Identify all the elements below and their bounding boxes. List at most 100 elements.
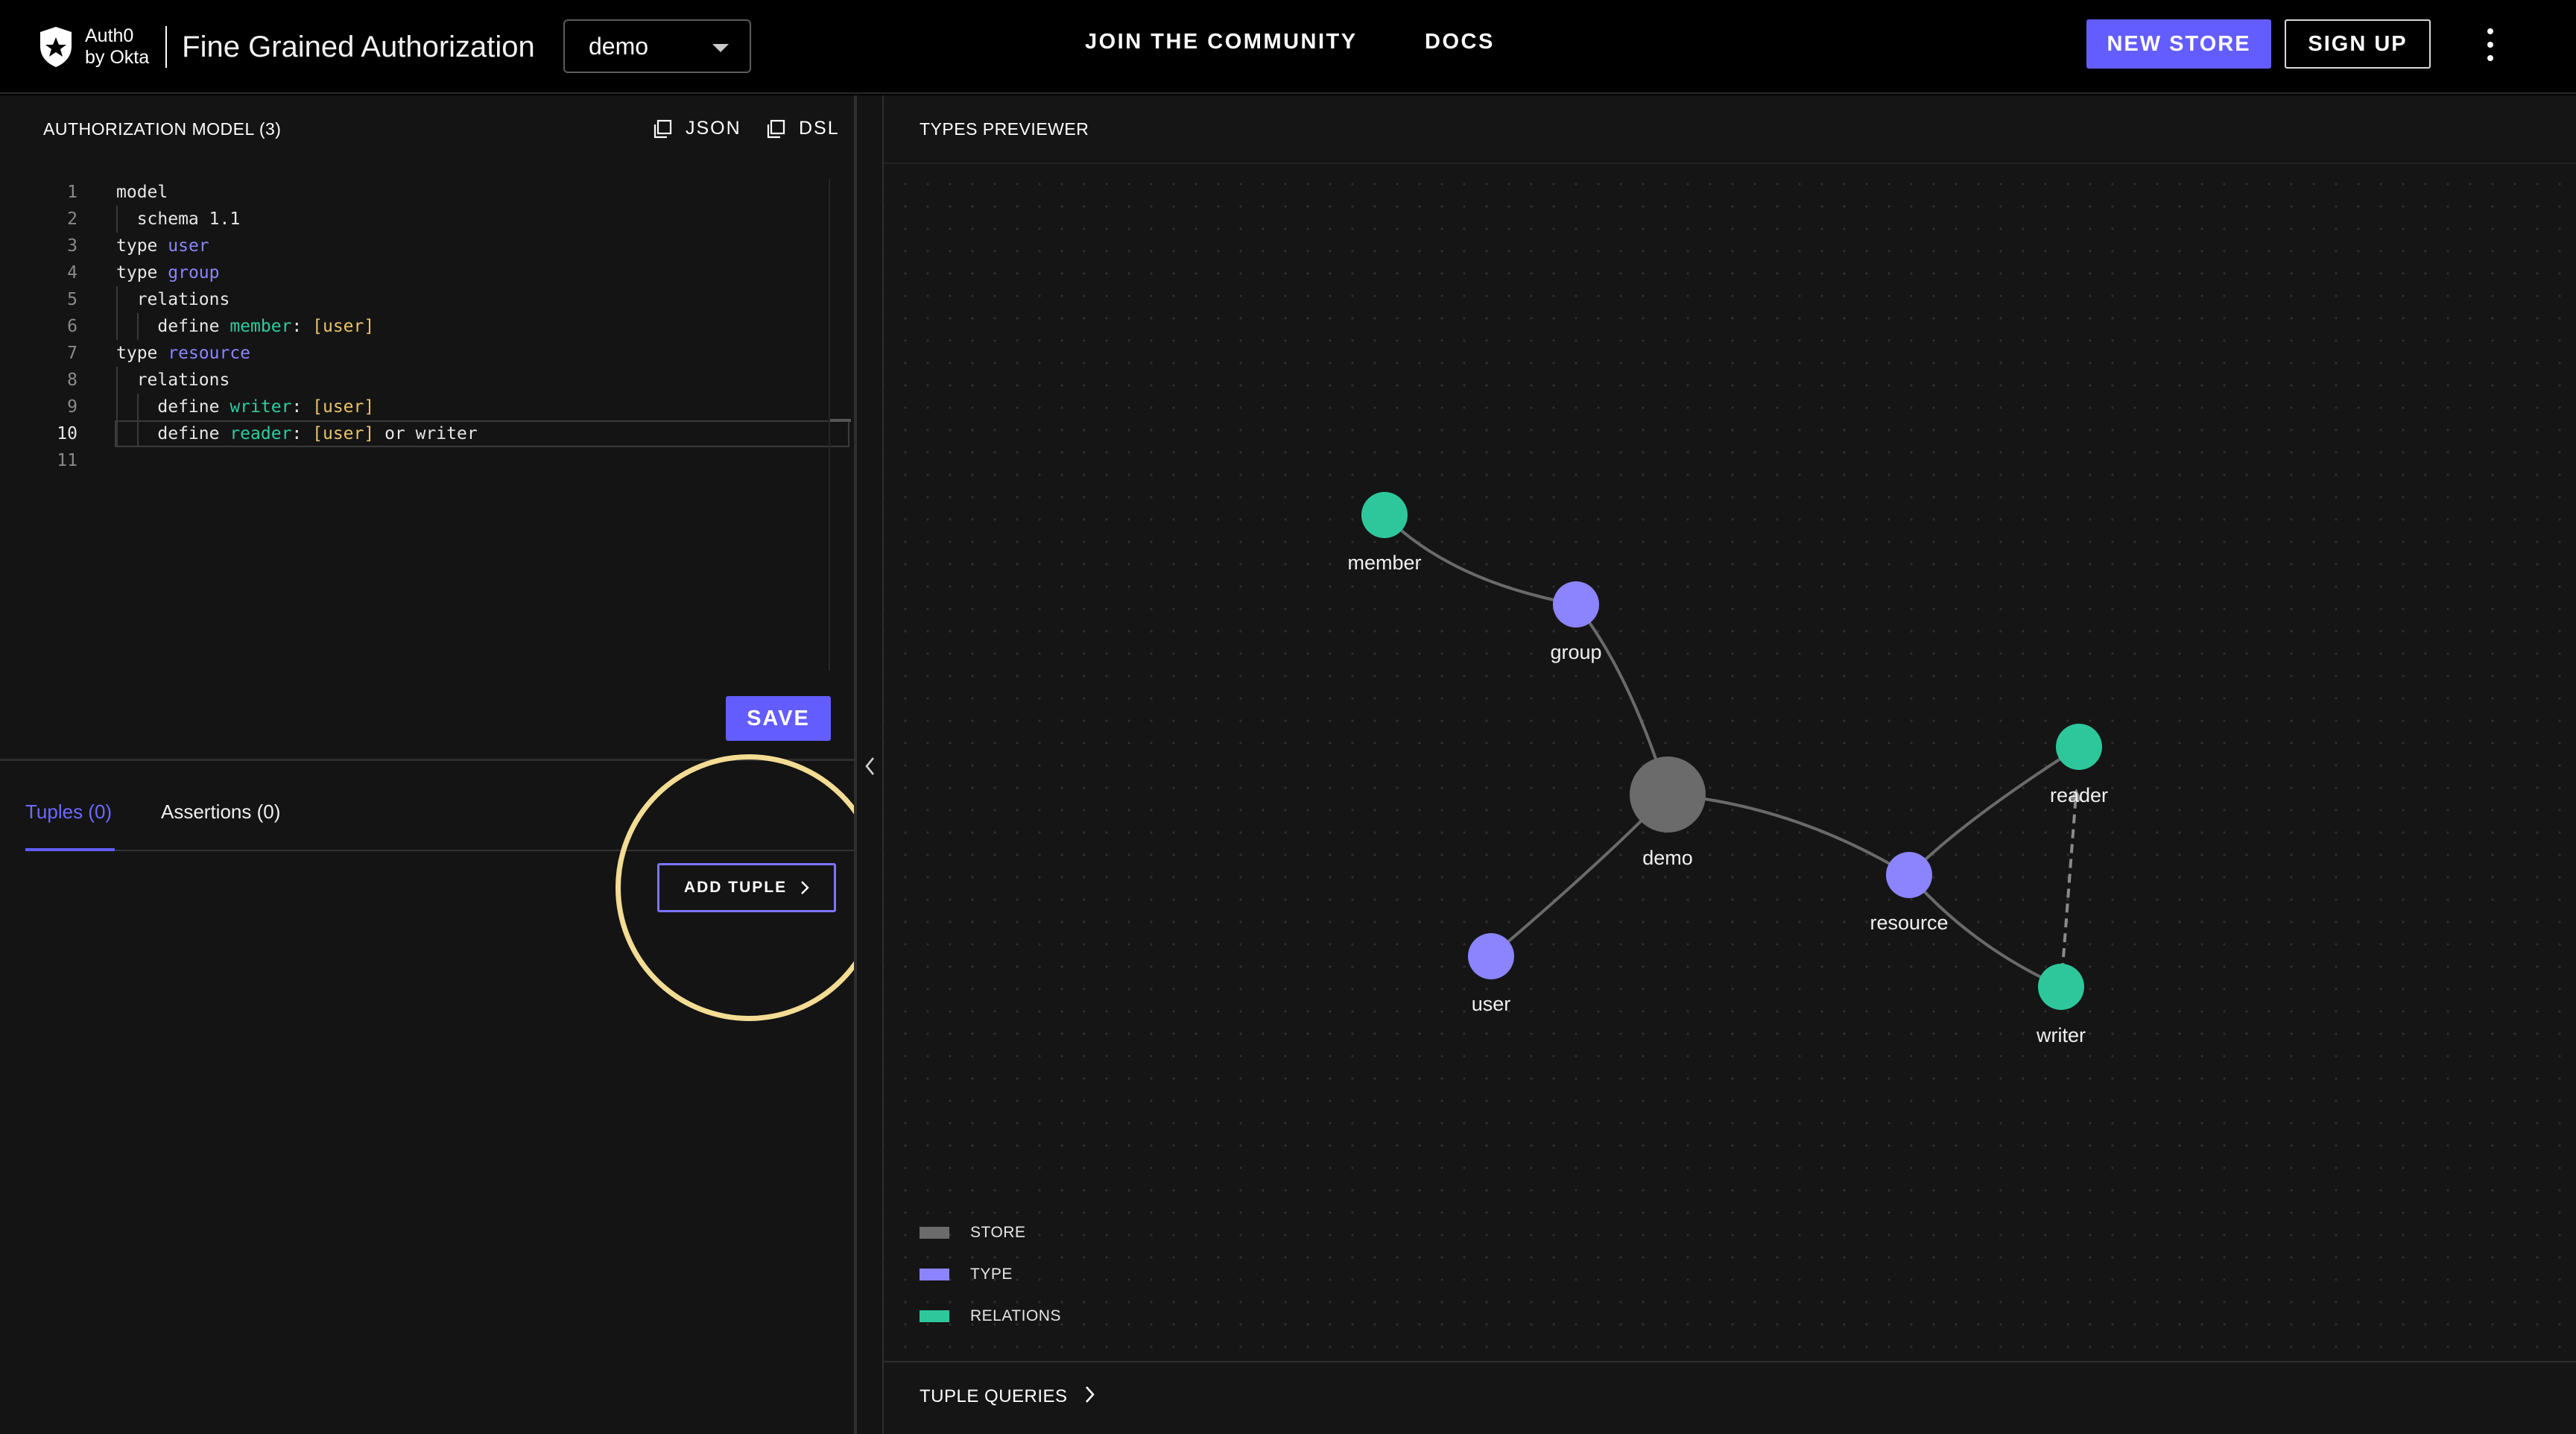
line-number: 11 <box>57 451 77 470</box>
node-label-reader: reader <box>2050 784 2108 806</box>
line-number: 10 <box>57 424 77 443</box>
node-writer[interactable] <box>2038 964 2084 1010</box>
caret-down-icon <box>712 44 729 52</box>
edge-writer-reader <box>2060 789 2082 988</box>
code-line[interactable]: 7 type resource <box>0 340 835 367</box>
code-token: type <box>116 344 168 363</box>
code-line[interactable]: 2 schema 1.1 <box>0 206 835 233</box>
tab-assertions[interactable]: Assertions (0) <box>161 800 280 824</box>
code-text: define reader: [user] or writer <box>116 420 478 447</box>
brand-name: Auth0 by Okta <box>85 25 150 68</box>
code-line[interactable]: 9 define writer: [user] <box>0 394 835 420</box>
line-number: 1 <box>67 183 77 202</box>
code-line[interactable]: 1 model <box>0 179 835 206</box>
auth0-logo[interactable]: Auth0 by Okta Fine Grained Authorization <box>37 22 535 72</box>
store-select[interactable]: demo <box>563 19 751 73</box>
tab-tuples[interactable]: Tuples (0) <box>25 800 112 824</box>
chevron-left-icon[interactable] <box>862 755 879 777</box>
code-token: type <box>116 236 168 256</box>
code-text: define member: [user] <box>116 313 374 340</box>
code-text: type resource <box>116 340 250 367</box>
legend-store: STORE <box>920 1224 1025 1242</box>
previewer-header <box>884 95 2576 164</box>
logo-divider <box>165 26 168 68</box>
code-text: schema 1.1 <box>116 206 240 233</box>
code-editor[interactable]: 1 model 2 schema 1.1 3 type user 4 type group 5… <box>0 179 849 474</box>
add-tuple-button[interactable]: ADD TUPLE <box>657 863 836 912</box>
code-token: [user] <box>312 397 375 417</box>
add-tuple-label: ADD TUPLE <box>683 879 788 896</box>
line-number: 8 <box>67 370 77 390</box>
editor-scrollbar[interactable] <box>829 179 830 671</box>
legend-swatch-store <box>920 1227 949 1239</box>
code-text: model <box>116 179 168 206</box>
node-label-writer: writer <box>2036 1024 2086 1046</box>
nav-join-community[interactable]: JOIN THE COMMUNITY <box>1085 30 1358 54</box>
code-token: user <box>168 236 209 256</box>
tuple-queries-bar[interactable] <box>884 1361 2576 1434</box>
code-token: define <box>116 424 230 443</box>
code-line[interactable]: 11 <box>0 447 835 474</box>
node-demo[interactable] <box>1630 757 1706 833</box>
code-line[interactable]: 8 relations <box>0 367 835 394</box>
code-token: : <box>291 317 313 336</box>
node-label-demo: demo <box>1642 847 1693 869</box>
code-line[interactable]: 5 relations <box>0 286 835 313</box>
copy-json-button[interactable]: JSON <box>653 118 741 139</box>
line-number: 7 <box>67 344 77 363</box>
node-reader[interactable] <box>2056 724 2102 770</box>
edge-resource-reader <box>1908 745 2080 876</box>
copy-json-label: JSON <box>686 118 741 139</box>
types-graph[interactable]: member group demo user resource reader w… <box>884 164 2576 1356</box>
copy-dsl-label: DSL <box>799 118 840 139</box>
copy-icon <box>767 119 785 138</box>
code-token: resource <box>168 344 251 363</box>
legend-label-relations: RELATIONS <box>970 1307 1061 1324</box>
line-number: 5 <box>67 290 77 309</box>
code-token: define <box>116 317 230 336</box>
line-number: 2 <box>67 209 77 229</box>
node-group[interactable] <box>1553 581 1599 628</box>
tuple-queries-label[interactable]: TUPLE QUERIES <box>920 1386 1068 1407</box>
kebab-menu-icon[interactable] <box>2481 28 2499 61</box>
code-token: member <box>230 317 292 336</box>
chevron-right-icon[interactable] <box>1085 1385 1095 1404</box>
legend-swatch-type <box>920 1269 949 1280</box>
code-token: relations <box>116 370 230 390</box>
active-tab-indicator <box>25 848 115 851</box>
save-button[interactable]: SAVE <box>726 696 831 741</box>
node-resource[interactable] <box>1886 852 1932 898</box>
line-number: 4 <box>67 263 77 282</box>
code-token: define <box>116 397 230 417</box>
code-text: type user <box>116 233 209 259</box>
code-token: writer <box>230 397 292 417</box>
code-text: relations <box>116 286 230 313</box>
code-token: : <box>291 397 313 417</box>
code-line[interactable]: 3 type user <box>0 233 835 259</box>
code-token: model <box>116 183 168 202</box>
code-token: reader <box>230 424 292 443</box>
authorization-model-title: AUTHORIZATION MODEL (3) <box>43 119 282 139</box>
code-text: relations <box>116 367 230 394</box>
types-previewer-title: TYPES PREVIEWER <box>920 119 1089 139</box>
edge-demo-resource <box>1667 793 1911 876</box>
code-text: type group <box>116 259 220 286</box>
new-store-button[interactable]: NEW STORE <box>2086 19 2271 69</box>
legend-type: TYPE <box>920 1266 1013 1283</box>
legend-label-store: STORE <box>970 1224 1026 1241</box>
node-user[interactable] <box>1468 933 1514 979</box>
node-label-user: user <box>1472 993 1511 1015</box>
node-member[interactable] <box>1361 492 1408 538</box>
code-line[interactable]: 4 type group <box>0 259 835 286</box>
code-token: group <box>168 263 220 282</box>
sign-up-button[interactable]: SIGN UP <box>2285 19 2431 69</box>
chevron-right-icon <box>801 881 809 894</box>
store-select-value: demo <box>589 32 649 60</box>
code-token: or writer <box>374 424 478 443</box>
code-line[interactable]: 6 define member: [user] <box>0 313 835 340</box>
code-line[interactable]: 10 define reader: [user] or writer <box>0 420 849 447</box>
copy-dsl-button[interactable]: DSL <box>766 118 840 139</box>
line-number: 9 <box>67 397 77 417</box>
nav-docs[interactable]: DOCS <box>1425 30 1495 54</box>
line-number: 3 <box>67 236 77 256</box>
